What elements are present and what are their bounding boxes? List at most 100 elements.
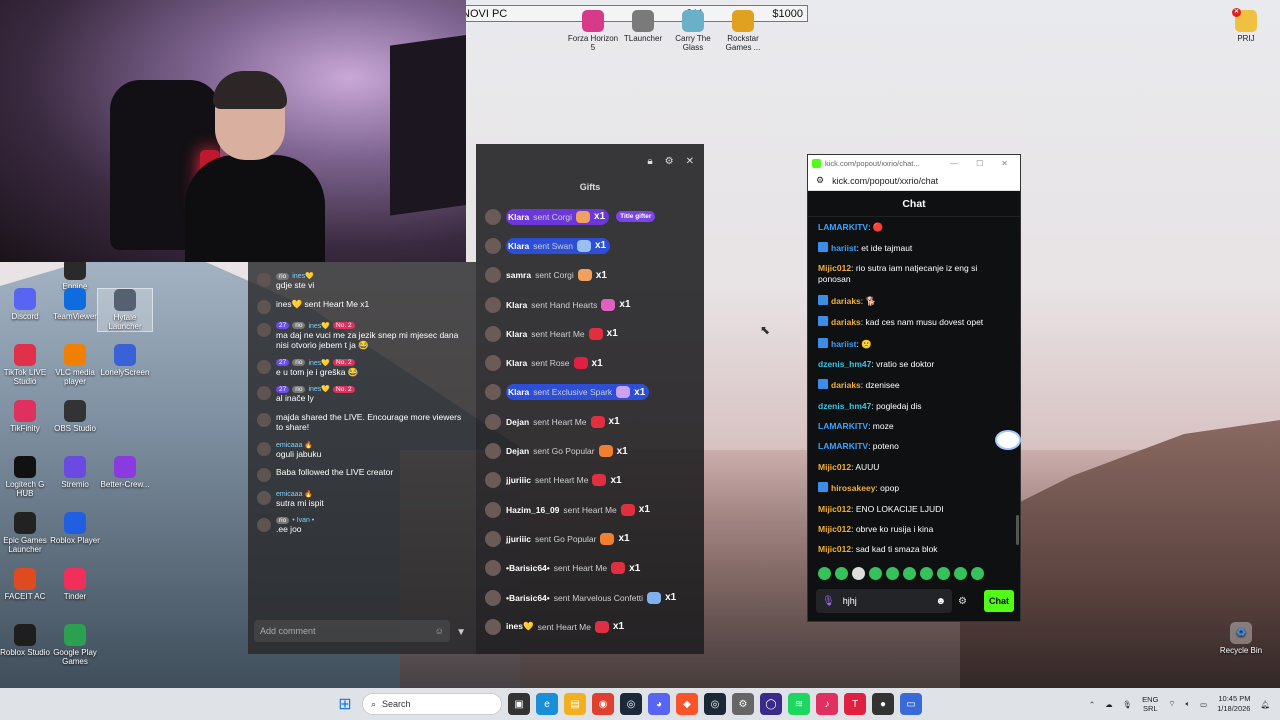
desktop-icon[interactable]: TikTok LIVE Studio [0, 344, 53, 386]
chat-username[interactable]: dariaks [831, 380, 861, 390]
close-icon[interactable]: ✕ [686, 156, 694, 167]
chat-username[interactable]: Mijic012 [818, 263, 851, 273]
emote-icon[interactable] [818, 567, 831, 580]
brave-icon[interactable]: ◆ [676, 693, 698, 715]
microphone-icon[interactable]: 🎙︎ [822, 596, 835, 607]
emote-icon[interactable] [903, 567, 916, 580]
start-button-icon[interactable]: ⊞ [334, 693, 356, 715]
emote-icon[interactable] [869, 567, 882, 580]
chrome-icon[interactable]: ◉ [592, 693, 614, 715]
emote-icon[interactable] [954, 567, 967, 580]
address-bar[interactable]: ⚙ kick.com/popout/xxrio/chat [808, 171, 1020, 191]
chat-username[interactable]: dariaks [831, 317, 861, 327]
chat-input[interactable]: 🎙︎ hjhj ☻ [816, 589, 952, 613]
gift-icon [576, 210, 591, 223]
wifi-icon[interactable]: ⌔ [1168, 699, 1175, 709]
desktop-icon[interactable]: Engine [47, 258, 103, 291]
desktop-icon[interactable]: Rockstar Games ... [715, 10, 771, 52]
task-view-icon[interactable]: ▣ [508, 693, 530, 715]
desktop-icon[interactable]: TLauncher [615, 10, 671, 43]
desktop-icon[interactable]: Epic Games Launcher [0, 512, 53, 554]
gift-text: sent Rose [531, 358, 570, 369]
desktop-icon[interactable]: Carry The Glass [665, 10, 721, 52]
settings-icon[interactable]: ⚙ [732, 693, 754, 715]
desktop-icon[interactable]: LonelyScreen [97, 344, 153, 377]
battery-icon[interactable]: ▭ [1200, 700, 1207, 709]
desktop-icon-recycle-bin[interactable]: ♻ Recycle Bin [1213, 622, 1269, 655]
app-icon[interactable]: ◯ [760, 693, 782, 715]
lock-icon[interactable]: 🔒︎ [647, 156, 652, 167]
desktop-icon[interactable]: Better-Crew... [97, 456, 153, 489]
chat-username[interactable]: dzenis_hm47 [818, 359, 871, 369]
emoji-icon[interactable]: ☺ [435, 626, 444, 636]
desktop-icon[interactable]: Tinder [47, 568, 103, 601]
emote-icon[interactable] [937, 567, 950, 580]
file-explorer-icon[interactable]: ▤ [564, 693, 586, 715]
language-indicator[interactable]: ENG SRL [1142, 695, 1158, 713]
desktop-icon[interactable]: Stremio [47, 456, 103, 489]
clock[interactable]: 10:45 PM 1/18/2026 [1217, 694, 1250, 714]
chat-username[interactable]: dariaks [831, 296, 861, 306]
chat-username[interactable]: Mijic012 [818, 462, 851, 472]
taskbar-search[interactable]: ⌕ Search [362, 693, 502, 715]
chat-username[interactable]: Mijic012 [818, 524, 851, 534]
emote-icon[interactable] [971, 567, 984, 580]
chat-username[interactable]: Mijic012 [818, 504, 851, 514]
emote-icon[interactable] [920, 567, 933, 580]
app-icon-2[interactable]: ● [872, 693, 894, 715]
scrollbar[interactable] [1016, 515, 1019, 545]
app-icon-3[interactable]: ▭ [900, 693, 922, 715]
emote-icon[interactable] [835, 567, 848, 580]
site-settings-icon[interactable]: ⚙ [816, 175, 824, 186]
desktop-icon[interactable]: TikFinity [0, 400, 53, 433]
desktop-icon[interactable]: Roblox Player [47, 512, 103, 545]
chat-username[interactable]: dzenis_hm47 [818, 401, 871, 411]
chat-username[interactable]: LAMARKITV [818, 421, 868, 431]
emote-icon[interactable] [886, 567, 899, 580]
cloud-icon[interactable]: ☁ [1105, 700, 1113, 709]
microphone-icon[interactable]: 🎙︎ [1123, 700, 1133, 709]
desktop-icon[interactable]: Forza Horizon 5 [565, 10, 621, 52]
gear-icon[interactable]: ⚙ [958, 596, 967, 607]
notifications-icon[interactable]: 🔔︎ [1260, 700, 1270, 709]
desktop-icon[interactable]: OBS Studio [47, 400, 103, 433]
tikfinity-icon[interactable]: T [844, 693, 866, 715]
floating-bubble-icon[interactable] [995, 430, 1021, 450]
edge-icon[interactable]: e [536, 693, 558, 715]
chat-send-button[interactable]: Chat [984, 590, 1014, 612]
filter-icon[interactable]: ▼ [456, 627, 466, 638]
desktop-icon[interactable]: Google Play Games [47, 624, 103, 666]
chat-username[interactable]: Mijic012 [818, 544, 851, 554]
gift-text: sent Go Popular [535, 533, 597, 544]
desktop-icon[interactable]: Roblox Studio [0, 624, 53, 657]
discord-icon[interactable]: ◕ [648, 693, 670, 715]
chat-username[interactable]: hariist [831, 339, 857, 349]
steam-icon-2[interactable]: ◎ [704, 693, 726, 715]
chat-username[interactable]: hirosakeey [831, 483, 875, 493]
chat-username[interactable]: LAMARKITV [818, 441, 868, 451]
chat-username[interactable]: LAMARKITV [818, 222, 868, 232]
desktop-icon[interactable]: Hytale Launcher [97, 288, 153, 332]
emote-icon[interactable] [852, 567, 865, 580]
desktop-icon[interactable]: Logitech G HUB [0, 456, 53, 498]
settings-icon[interactable]: ⚙︎ [665, 156, 674, 167]
chat-username[interactable]: hariist [831, 243, 857, 253]
gift-pill: jjuriiic sent Heart Me x1 [506, 472, 626, 488]
minimize-icon[interactable]: — [950, 159, 958, 168]
spotify-icon[interactable]: ≋ [788, 693, 810, 715]
chevron-up-icon[interactable]: ⌃ [1089, 700, 1095, 709]
tiktok-icon[interactable]: ♪ [816, 693, 838, 715]
maximize-icon[interactable]: ☐ [976, 159, 983, 168]
emoji-picker-icon[interactable]: ☻ [935, 596, 946, 607]
volume-icon[interactable]: 🔈︎ [1186, 699, 1191, 709]
steam-icon[interactable]: ◎ [620, 693, 642, 715]
gift-count: x1 [591, 357, 603, 369]
desktop-icon[interactable]: TeamViewer [47, 288, 103, 321]
desktop-icon-pril[interactable]: ✕ PRIJ [1218, 8, 1274, 43]
desktop-icon[interactable]: FACEIT AC [0, 568, 53, 601]
add-comment-input[interactable]: Add comment ☺ [254, 620, 450, 642]
desktop-icon[interactable]: VLC media player [47, 344, 103, 386]
close-icon[interactable]: ✕ [1001, 159, 1008, 168]
comment-text: al inače ly [276, 393, 314, 403]
desktop-icon[interactable]: Discord [0, 288, 53, 321]
